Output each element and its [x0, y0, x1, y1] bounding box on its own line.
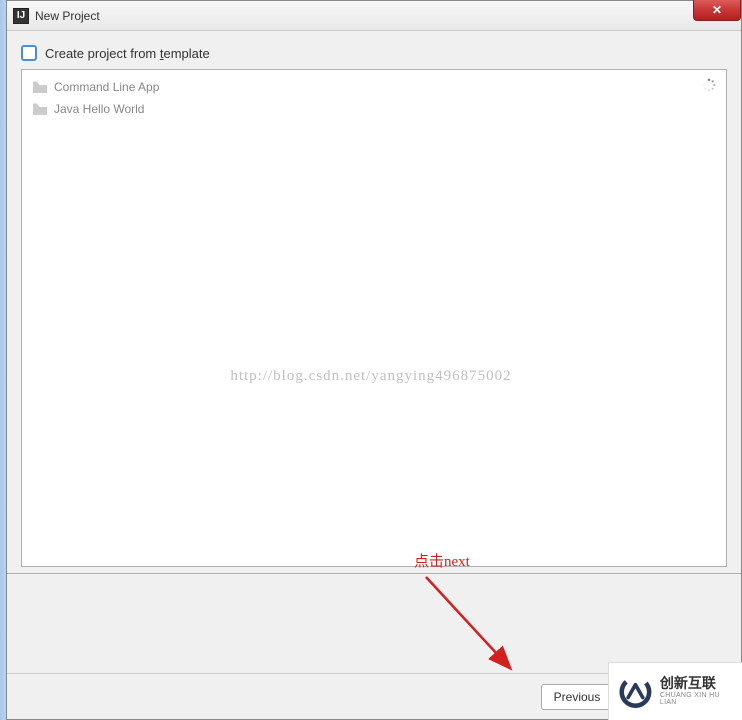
template-checkbox[interactable] — [21, 45, 37, 61]
template-checkbox-label[interactable]: Create project from template — [45, 46, 210, 61]
previous-button[interactable]: Previous — [541, 684, 613, 710]
logo-badge: 创新互联 CHUANG XIN HU LIAN — [608, 662, 742, 720]
template-list: Command Line App Java Hello World — [21, 69, 727, 567]
list-item[interactable]: Command Line App — [30, 76, 718, 98]
template-item-label: Command Line App — [54, 80, 159, 94]
logo-text-en: CHUANG XIN HU LIAN — [660, 692, 732, 707]
app-icon: IJ — [13, 8, 29, 24]
logo-text: 创新互联 CHUANG XIN HU LIAN — [660, 676, 732, 707]
titlebar[interactable]: IJ New Project ✕ — [7, 1, 741, 31]
window-title: New Project — [35, 9, 100, 23]
close-button[interactable]: ✕ — [693, 0, 741, 21]
dialog-window: IJ New Project ✕ Create project from tem… — [6, 0, 742, 720]
logo-text-cn: 创新互联 — [660, 676, 732, 691]
close-icon: ✕ — [712, 3, 722, 17]
watermark-text: http://blog.csdn.net/yangying496875002 — [230, 368, 511, 385]
list-item[interactable]: Java Hello World — [30, 98, 718, 120]
template-item-label: Java Hello World — [54, 102, 144, 116]
template-checkbox-row: Create project from template — [21, 45, 727, 61]
folder-icon — [32, 81, 48, 94]
folder-icon — [32, 103, 48, 116]
annotation-label: 点击next — [414, 550, 470, 571]
description-panel — [7, 573, 741, 673]
logo-icon — [619, 674, 652, 710]
loading-spinner-icon — [702, 78, 716, 92]
content-area: Create project from template — [7, 31, 741, 673]
